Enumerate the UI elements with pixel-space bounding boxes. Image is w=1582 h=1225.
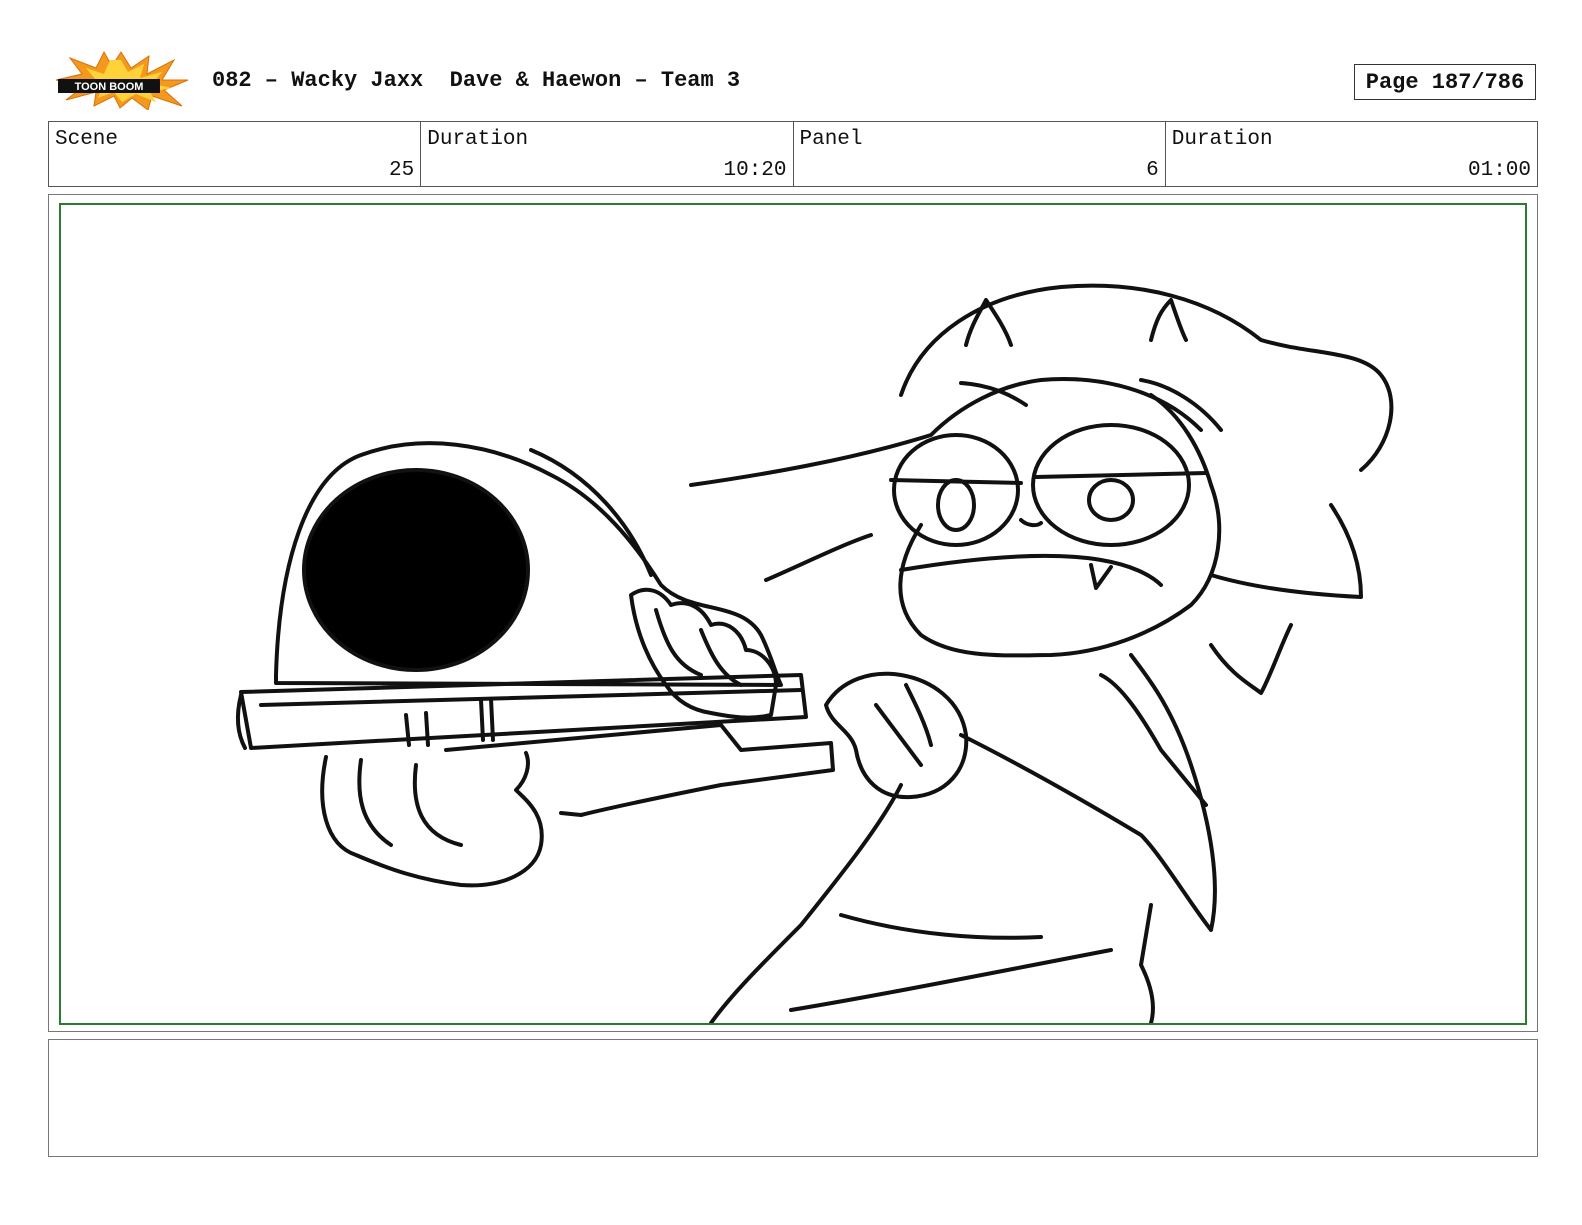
character-mouth — [899, 553, 1163, 587]
scene-duration-value: 10:20 — [723, 159, 787, 182]
trigger-hand-fingers — [874, 683, 933, 767]
character-hair-tuft — [1209, 623, 1293, 695]
panel-sketch — [235, 283, 1394, 1023]
character-nose — [1019, 518, 1043, 528]
ray-gun-stock — [444, 723, 835, 817]
page-indicator: Page 187/786 — [1354, 64, 1536, 100]
panel-cell: Panel 6 — [794, 122, 1166, 186]
scene-label: Scene — [55, 128, 119, 151]
scene-cell: Scene 25 — [49, 122, 422, 186]
scene-duration-label: Duration — [427, 128, 529, 151]
scene-duration-cell: Duration 10:20 — [421, 122, 794, 186]
ray-gun-barrel-line — [259, 688, 803, 707]
storyboard-title: 082 – Wacky Jaxx Dave & Haewon – Team 3 — [212, 68, 741, 93]
logo-text: TOON BOOM — [75, 81, 144, 93]
character-torso — [709, 783, 903, 1023]
panel-label: Panel — [799, 128, 863, 151]
character-eyelid-right — [1034, 471, 1208, 479]
character-arm — [959, 653, 1217, 932]
panel-info-bar: Scene 25 Duration 10:20 Panel 6 Duration… — [48, 121, 1538, 187]
panel-value: 6 — [1146, 159, 1159, 182]
character-chest-line — [839, 913, 1043, 940]
character-ear-left — [764, 533, 873, 582]
storyboard-panel — [59, 203, 1527, 1025]
toon-boom-logo: TOON BOOM — [55, 50, 189, 110]
ray-gun-muzzle — [302, 468, 530, 672]
panel-duration-value: 01:00 — [1467, 159, 1531, 182]
scene-value: 25 — [389, 159, 415, 182]
page-number: Page 187/786 — [1365, 69, 1525, 95]
character-fang — [1089, 563, 1113, 590]
trigger-hand — [824, 671, 969, 800]
character-hair — [899, 283, 1394, 472]
panel-duration-label: Duration — [1171, 128, 1273, 151]
character-sleeve — [1099, 673, 1208, 807]
panel-duration-cell: Duration 01:00 — [1166, 122, 1537, 186]
character-ear-right — [1209, 503, 1363, 599]
character-pupil-right — [1087, 478, 1135, 522]
character-hip — [1139, 903, 1155, 1023]
lower-hand — [320, 751, 544, 888]
character-bangs — [689, 377, 1203, 487]
top-hand — [629, 587, 778, 720]
character-horn-left — [964, 298, 1013, 347]
character-pupil-left — [936, 478, 976, 532]
character-belly-line — [789, 948, 1113, 1012]
panel-notes-box[interactable] — [48, 1039, 1538, 1157]
top-hand-knuckles — [654, 608, 743, 687]
character-horn-right — [1149, 298, 1188, 342]
lower-hand-fingers — [357, 758, 463, 847]
ray-gun-dome-ridge — [529, 448, 653, 577]
character-eye-right — [1031, 423, 1191, 547]
